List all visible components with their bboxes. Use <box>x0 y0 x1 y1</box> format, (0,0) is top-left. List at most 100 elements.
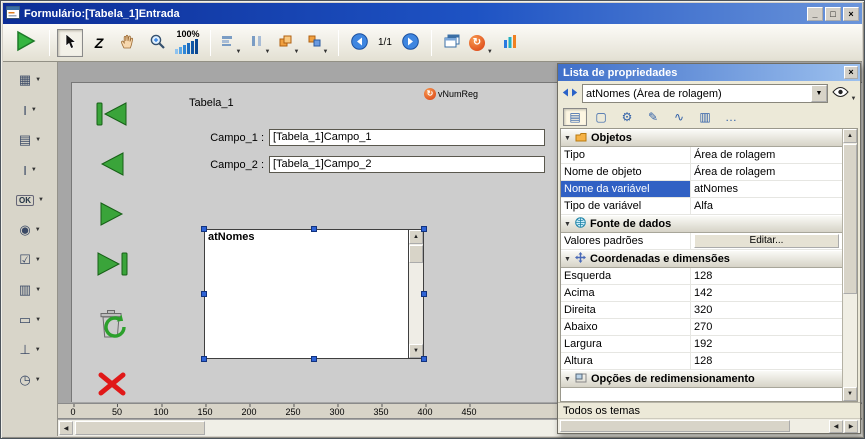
campo1-field[interactable]: [Tabela_1]Campo_1 <box>269 129 545 146</box>
dropdown-arrow-button[interactable]: ▼ <box>811 85 827 102</box>
radio-button-tool[interactable]: ◉▼ <box>9 219 51 241</box>
section-header-objetos[interactable]: ▼ Objetos <box>561 129 842 147</box>
rectangle-tool[interactable]: ▭▼ <box>9 309 51 331</box>
group-menu-button[interactable]: ▼ <box>305 29 331 57</box>
selection-handle[interactable] <box>311 356 317 362</box>
maximize-button[interactable]: □ <box>825 7 841 21</box>
pointer-tool-button[interactable] <box>57 29 83 57</box>
property-value[interactable]: 128 <box>691 268 842 284</box>
property-label-selected[interactable]: Nome da variável <box>561 181 691 197</box>
property-label[interactable]: Tipo <box>561 147 691 163</box>
selection-handle[interactable] <box>201 291 207 297</box>
property-grid-vscrollbar[interactable]: ▲ ▼ <box>842 129 857 401</box>
distribute-menu-button[interactable]: ▼ <box>247 29 273 57</box>
editar-button[interactable]: Editar... <box>694 234 839 248</box>
tab-more[interactable]: … <box>719 108 743 126</box>
text-input-tool[interactable]: I▼ <box>9 99 51 121</box>
close-button[interactable]: × <box>843 7 859 21</box>
scroll-down-button[interactable]: ▼ <box>843 387 857 401</box>
next-record-button[interactable] <box>88 193 136 237</box>
object-selector-dropdown[interactable]: atNomes (Área de rolagem) ▼ <box>582 84 828 103</box>
tab-display[interactable]: ▢ <box>589 108 613 126</box>
zoom-tool-button[interactable] <box>144 29 170 57</box>
property-label[interactable]: Esquerda <box>561 268 691 284</box>
selection-handle[interactable] <box>201 226 207 232</box>
property-label[interactable]: Valores padrões <box>561 233 691 249</box>
entry-order-tool-button[interactable]: Z <box>86 29 112 57</box>
move-tool-button[interactable] <box>115 29 141 57</box>
tab-appearance[interactable]: ▥ <box>693 108 717 126</box>
previous-record-button[interactable] <box>88 143 136 187</box>
property-list-titlebar[interactable]: Lista de propriedades × <box>558 64 860 81</box>
combobox-tool[interactable]: I▼ <box>9 159 51 181</box>
last-record-button[interactable] <box>88 243 136 287</box>
property-label[interactable]: Tipo de variável <box>561 198 691 214</box>
numreg-variable[interactable]: ↻ vNumReg <box>424 88 478 100</box>
scroll-left-button[interactable]: ◀ <box>829 420 843 433</box>
property-value[interactable]: atNomes <box>691 181 842 197</box>
property-value[interactable]: 270 <box>691 319 842 335</box>
selection-handle[interactable] <box>311 226 317 232</box>
layer-menu-button[interactable]: ▼ <box>276 29 302 57</box>
property-value[interactable]: Alfa <box>691 198 842 214</box>
cancel-button[interactable] <box>88 371 136 399</box>
campo2-field[interactable]: [Tabela_1]Campo_2 <box>269 156 545 173</box>
object-nav-arrows[interactable] <box>562 88 578 100</box>
property-value[interactable]: 142 <box>691 285 842 301</box>
execute-form-button[interactable] <box>8 29 42 57</box>
scrollbar-thumb[interactable] <box>843 144 857 294</box>
tab-entry[interactable]: ✎ <box>641 108 665 126</box>
section-header-fonte-de-dados[interactable]: ▼ Fonte de dados <box>561 215 842 233</box>
table-name-label: Tabela_1 <box>189 97 234 109</box>
minimize-button[interactable]: _ <box>807 7 823 21</box>
property-label[interactable]: Direita <box>561 302 691 318</box>
align-menu-button[interactable]: ▼ <box>218 29 244 57</box>
show-hide-button[interactable]: ▼ <box>832 84 856 103</box>
selection-handle[interactable] <box>201 356 207 362</box>
property-label[interactable]: Altura <box>561 353 691 369</box>
progress-indicator-tool[interactable]: ▥▼ <box>9 279 51 301</box>
form-windows-button[interactable] <box>439 29 465 57</box>
property-value[interactable]: Área de rolagem <box>691 164 842 180</box>
checkbox-tool[interactable]: ☑▼ <box>9 249 51 271</box>
section-header-coordenadas[interactable]: ▼ Coordenadas e dimensões <box>561 250 842 268</box>
tab-control-tool[interactable]: ▦▼ <box>9 69 51 91</box>
next-page-button[interactable] <box>398 29 424 57</box>
property-list-close-button[interactable]: × <box>844 66 858 79</box>
button-tool[interactable]: OK▼ <box>9 189 51 211</box>
tab-all-themes[interactable]: ▤ <box>563 108 587 126</box>
scroll-left-button[interactable]: ◀ <box>59 421 73 435</box>
previous-page-button[interactable] <box>346 29 372 57</box>
tab-events[interactable]: ∿ <box>667 108 691 126</box>
scrollbar-thumb[interactable] <box>409 245 423 263</box>
listbox-tool[interactable]: ▤▼ <box>9 129 51 151</box>
window-titlebar[interactable]: Formulário:[Tabela_1]Entrada _ □ × <box>3 3 862 24</box>
first-record-button[interactable] <box>88 93 136 137</box>
property-label[interactable]: Largura <box>561 336 691 352</box>
property-label[interactable]: Abaixo <box>561 319 691 335</box>
property-label[interactable]: Acima <box>561 285 691 301</box>
views-menu-button[interactable]: ↻ ▼ <box>468 29 494 57</box>
splitter-tool[interactable]: ⊥▼ <box>9 339 51 361</box>
property-grid-hscrollbar[interactable]: ◀ ▶ <box>558 418 860 433</box>
property-value[interactable]: 192 <box>691 336 842 352</box>
property-label[interactable]: Nome de objeto <box>561 164 691 180</box>
selection-handle[interactable] <box>421 226 427 232</box>
list-columns-button[interactable] <box>497 29 523 57</box>
hscrollbar-thumb[interactable] <box>75 421 205 435</box>
scroll-right-button[interactable]: ▶ <box>844 420 858 433</box>
hscrollbar-thumb[interactable] <box>560 420 790 432</box>
scroll-up-button[interactable]: ▲ <box>843 129 857 143</box>
scroll-area-object[interactable]: atNomes ▲ ▼ <box>204 229 424 359</box>
delete-record-button[interactable] <box>88 299 136 351</box>
selection-handle[interactable] <box>421 356 427 362</box>
clock-tool[interactable]: ◷▼ <box>9 369 51 391</box>
property-value[interactable]: 320 <box>691 302 842 318</box>
tab-settings[interactable]: ⚙ <box>615 108 639 126</box>
section-header-redimensionamento[interactable]: ▼ Opções de redimensionamento <box>561 370 842 388</box>
zoom-level-control[interactable]: 100% <box>175 26 201 60</box>
property-value[interactable]: Área de rolagem <box>691 147 842 163</box>
selection-handle[interactable] <box>421 291 427 297</box>
property-value[interactable]: 128 <box>691 353 842 369</box>
scroll-up-button[interactable]: ▲ <box>409 230 423 244</box>
